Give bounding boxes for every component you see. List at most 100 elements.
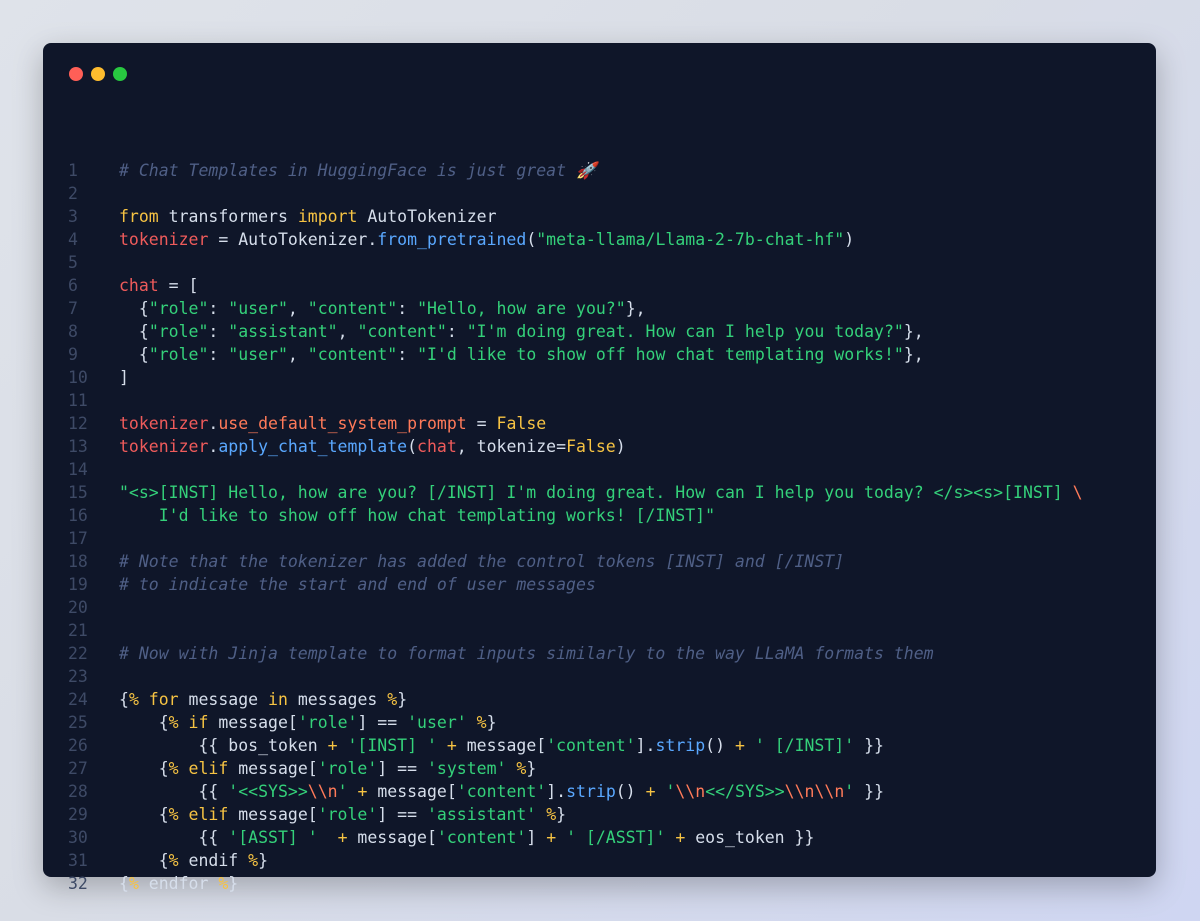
code-token: : bbox=[446, 322, 467, 341]
code-token: } bbox=[228, 874, 239, 893]
code-line: 7 {"role": "user", "content": "Hello, ho… bbox=[43, 297, 1156, 320]
code-token: message[ bbox=[228, 759, 318, 778]
code-token: , bbox=[337, 322, 358, 341]
line-number: 2 bbox=[68, 184, 78, 203]
code-token: \\n bbox=[307, 782, 338, 801]
code-token: }, bbox=[903, 345, 924, 364]
code-line: 5 bbox=[43, 251, 1156, 274]
code-line: 6 chat = [ bbox=[43, 274, 1156, 297]
code-token: "role" bbox=[148, 345, 209, 364]
code-token: : bbox=[397, 299, 418, 318]
line-content: {% elif message['role'] == 'assistant' %… bbox=[119, 803, 566, 826]
code-editor[interactable]: 1 # Chat Templates in HuggingFace is just… bbox=[43, 159, 1156, 895]
code-token: "assistant" bbox=[228, 322, 338, 341]
line-number: 11 bbox=[68, 391, 88, 410]
line-number: 27 bbox=[68, 759, 88, 778]
code-token: False bbox=[496, 414, 547, 433]
code-token: "role" bbox=[148, 322, 209, 341]
line-content: chat = [ bbox=[119, 274, 199, 297]
code-token: '[INST] ' bbox=[347, 736, 437, 755]
code-token: () bbox=[615, 782, 646, 801]
line-number: 8 bbox=[68, 322, 78, 341]
line-content: # Note that the tokenizer has added the … bbox=[119, 550, 844, 573]
code-token: , bbox=[287, 299, 308, 318]
code-token: elif bbox=[178, 805, 229, 824]
maximize-button[interactable] bbox=[113, 67, 127, 81]
code-token: % bbox=[128, 690, 139, 709]
line-content: tokenizer = AutoTokenizer.from_pretraine… bbox=[119, 228, 854, 251]
code-token: , bbox=[287, 345, 308, 364]
code-token: + bbox=[357, 782, 368, 801]
code-token: % bbox=[128, 874, 139, 893]
code-token: % bbox=[168, 759, 179, 778]
line-number: 12 bbox=[68, 414, 88, 433]
line-number: 1 bbox=[68, 161, 78, 180]
code-token: + bbox=[327, 736, 338, 755]
code-line: 4 tokenizer = AutoTokenizer.from_pretrain… bbox=[43, 228, 1156, 251]
code-token: }, bbox=[625, 299, 646, 318]
line-number: 7 bbox=[68, 299, 78, 318]
line-content: {"role": "user", "content": "I'd like to… bbox=[119, 343, 924, 366]
code-line: 9 {"role": "user", "content": "I'd like … bbox=[43, 343, 1156, 366]
code-token: tokenizer bbox=[119, 230, 209, 249]
line-content: {{ '[ASST] ' + message['content'] + ' [/… bbox=[119, 826, 814, 849]
code-token: <</SYS>> bbox=[705, 782, 785, 801]
code-token: ( bbox=[526, 230, 537, 249]
code-token: 'system' bbox=[426, 759, 507, 778]
code-token: = [ bbox=[158, 276, 199, 295]
code-token: ]. bbox=[635, 736, 656, 755]
code-token: , tokenize= bbox=[456, 437, 567, 456]
line-number: 31 bbox=[68, 851, 88, 870]
code-token: + bbox=[446, 736, 457, 755]
minimize-button[interactable] bbox=[91, 67, 105, 81]
line-number: 17 bbox=[68, 529, 88, 548]
code-token: 'role' bbox=[297, 713, 358, 732]
line-content: # to indicate the start and end of user … bbox=[119, 573, 596, 596]
code-token: ' [/INST]' bbox=[754, 736, 855, 755]
close-button[interactable] bbox=[69, 67, 83, 81]
code-token: . bbox=[208, 414, 219, 433]
code-token: AutoTokenizer bbox=[357, 207, 497, 226]
code-token: ' bbox=[844, 782, 855, 801]
code-token: "<s>[INST] Hello, how are you? [/INST] I… bbox=[119, 483, 1073, 502]
line-content: tokenizer.apply_chat_template(chat, toke… bbox=[119, 435, 626, 458]
code-token: % bbox=[168, 805, 179, 824]
code-line: 1 # Chat Templates in HuggingFace is just… bbox=[43, 159, 1156, 182]
code-token: } bbox=[258, 851, 269, 870]
code-token: % bbox=[387, 690, 398, 709]
line-content: tokenizer.use_default_system_prompt = Fa… bbox=[119, 412, 546, 435]
code-token: ' [/ASST]' bbox=[566, 828, 666, 847]
code-token: in bbox=[268, 690, 288, 709]
code-token: from_pretrained bbox=[377, 230, 527, 249]
code-token: : bbox=[397, 345, 418, 364]
code-token: 'role' bbox=[317, 805, 378, 824]
code-token: # Now with Jinja template to format inpu… bbox=[119, 644, 934, 663]
line-number: 25 bbox=[68, 713, 88, 732]
code-token: 'assistant' bbox=[426, 805, 537, 824]
code-line: 23 bbox=[43, 665, 1156, 688]
code-token: } bbox=[526, 759, 537, 778]
code-token: % bbox=[218, 874, 229, 893]
code-token: "role" bbox=[148, 299, 209, 318]
line-number: 4 bbox=[68, 230, 78, 249]
code-token: + bbox=[337, 828, 348, 847]
code-token: { bbox=[119, 690, 129, 709]
code-token: { bbox=[119, 851, 169, 870]
line-content: from transformers import AutoTokenizer bbox=[119, 205, 497, 228]
code-line: 21 bbox=[43, 619, 1156, 642]
code-token: { bbox=[119, 322, 149, 341]
code-token: "content" bbox=[307, 299, 398, 318]
code-token: from bbox=[119, 207, 159, 226]
code-token: }} bbox=[854, 782, 885, 801]
code-token: 'user' bbox=[407, 713, 467, 732]
code-token: }, bbox=[903, 322, 924, 341]
line-number: 6 bbox=[68, 276, 78, 295]
line-number: 28 bbox=[68, 782, 88, 801]
code-token: + bbox=[675, 828, 686, 847]
code-token: tokenizer bbox=[119, 437, 209, 456]
code-token: 'content' bbox=[546, 736, 636, 755]
code-token: ' bbox=[665, 782, 676, 801]
